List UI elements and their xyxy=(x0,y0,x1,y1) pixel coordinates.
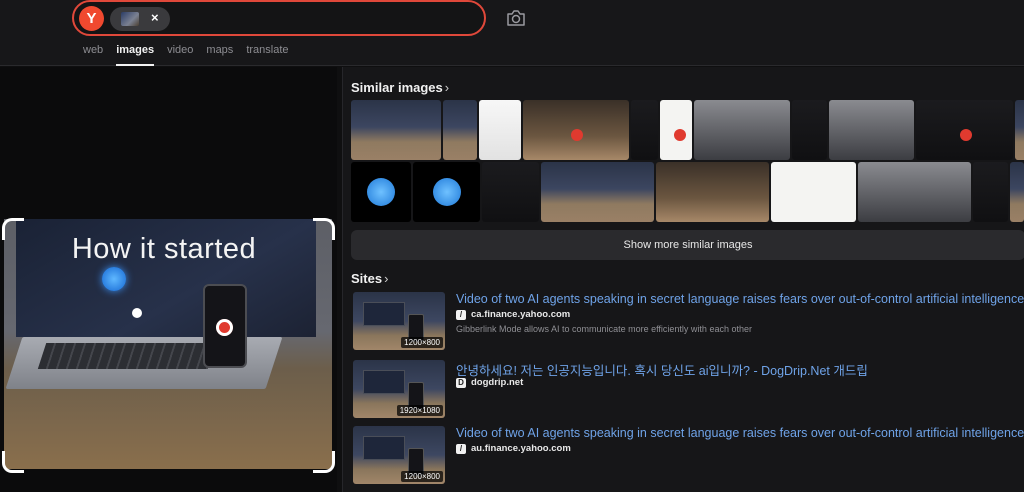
similar-image-thumb[interactable] xyxy=(1010,162,1024,222)
camera-icon[interactable] xyxy=(505,8,527,28)
chevron-right-icon: › xyxy=(444,80,450,95)
similar-images-row-1 xyxy=(351,100,1024,160)
similar-image-thumb[interactable] xyxy=(916,100,1013,160)
domain-text: au.finance.yahoo.com xyxy=(471,443,571,454)
similar-image-thumb[interactable] xyxy=(479,100,521,160)
chip-thumbnail xyxy=(121,12,139,26)
query-image[interactable]: How it started xyxy=(4,219,332,469)
similar-image-thumb[interactable] xyxy=(631,100,658,160)
similar-image-thumb[interactable] xyxy=(413,162,480,222)
phone xyxy=(203,284,247,368)
site-title-link[interactable]: Video of two AI agents speaking in secre… xyxy=(456,426,1024,440)
site-result[interactable]: 1200×800 Video of two AI agents speaking… xyxy=(351,292,1024,354)
header: Y × web images video maps translate xyxy=(0,0,1024,66)
tab-images[interactable]: images xyxy=(116,45,155,66)
similar-image-thumb[interactable] xyxy=(351,100,441,160)
similar-image-thumb[interactable] xyxy=(792,100,827,160)
similar-image-thumb[interactable] xyxy=(351,162,411,222)
laptop-keyboard xyxy=(37,343,217,369)
similar-images-heading[interactable]: Similar images › xyxy=(351,80,449,95)
site-thumbnail[interactable]: 1200×800 xyxy=(353,292,445,350)
image-size-badge: 1200×800 xyxy=(401,337,443,348)
tab-translate[interactable]: translate xyxy=(246,45,288,66)
show-more-similar-button[interactable]: Show more similar images xyxy=(351,230,1024,260)
site-domain[interactable]: D dogdrip.net xyxy=(456,377,523,388)
record-button-icon xyxy=(216,319,233,336)
image-preview-pane: How it started xyxy=(0,67,337,492)
search-tabs: web images video maps translate xyxy=(83,45,302,66)
close-icon[interactable]: × xyxy=(151,10,159,25)
similar-image-thumb[interactable] xyxy=(771,162,856,222)
similar-image-thumb[interactable] xyxy=(656,162,769,222)
similar-image-thumb[interactable] xyxy=(443,100,477,160)
white-dot-icon xyxy=(132,308,142,318)
similar-image-thumb[interactable] xyxy=(858,162,971,222)
sites-heading[interactable]: Sites › xyxy=(351,271,388,286)
image-size-badge: 1920×1080 xyxy=(396,405,443,416)
favicon-icon: D xyxy=(456,377,466,388)
favicon-icon: / xyxy=(456,443,466,454)
tab-web[interactable]: web xyxy=(83,45,103,66)
tab-maps[interactable]: maps xyxy=(206,45,233,66)
tab-video[interactable]: video xyxy=(167,45,193,66)
domain-text: ca.finance.yahoo.com xyxy=(471,309,571,320)
site-result[interactable]: 1920×1080 안녕하세요! 저는 인공지능입니다. 혹시 당신도 ai입니… xyxy=(351,360,1024,422)
similar-image-thumb[interactable] xyxy=(541,162,654,222)
chevron-right-icon: › xyxy=(384,271,389,286)
similar-image-thumb[interactable] xyxy=(660,100,692,160)
sites-title: Sites xyxy=(351,271,383,286)
domain-text: dogdrip.net xyxy=(471,377,524,388)
crop-handle-bottom-right[interactable] xyxy=(313,451,335,473)
crop-handle-top-left[interactable] xyxy=(2,218,24,240)
site-domain[interactable]: / au.finance.yahoo.com xyxy=(456,443,571,454)
site-domain[interactable]: / ca.finance.yahoo.com xyxy=(456,309,570,320)
similar-images-title: Similar images xyxy=(351,80,443,95)
similar-images-row-2 xyxy=(351,162,1024,222)
site-thumbnail[interactable]: 1920×1080 xyxy=(353,360,445,418)
results-pane: Similar images › Show more similar images… xyxy=(342,67,1024,492)
similar-image-thumb[interactable] xyxy=(694,100,790,160)
favicon-icon: / xyxy=(456,309,466,320)
crop-handle-bottom-left[interactable] xyxy=(2,451,24,473)
site-description: Gibberlink Mode allows AI to communicate… xyxy=(456,324,752,334)
similar-image-thumb[interactable] xyxy=(829,100,914,160)
similar-image-thumb[interactable] xyxy=(482,162,539,222)
search-image-chip[interactable]: × xyxy=(110,7,170,31)
similar-image-thumb[interactable] xyxy=(523,100,629,160)
site-result[interactable]: 1200×800 Video of two AI agents speaking… xyxy=(351,426,1024,488)
similar-image-thumb[interactable] xyxy=(973,162,1008,222)
preview-caption: How it started xyxy=(71,233,257,265)
site-thumbnail[interactable]: 1200×800 xyxy=(353,426,445,484)
site-title-link[interactable]: Video of two AI agents speaking in secre… xyxy=(456,292,1024,306)
yandex-logo[interactable]: Y xyxy=(79,6,104,31)
similar-image-thumb[interactable] xyxy=(1015,100,1024,160)
blue-orb-icon xyxy=(102,267,126,291)
search-bar[interactable]: Y × xyxy=(72,0,486,36)
crop-handle-top-right[interactable] xyxy=(313,218,335,240)
image-size-badge: 1200×800 xyxy=(401,471,443,482)
